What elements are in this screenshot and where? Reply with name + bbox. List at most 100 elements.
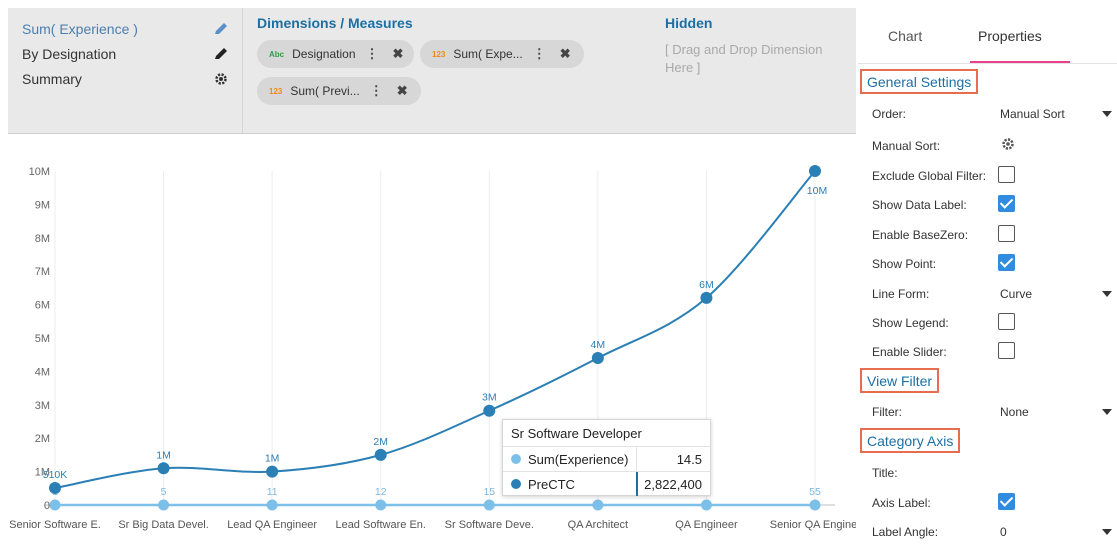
nav-item-by-designation[interactable]: By Designation [22, 45, 234, 70]
y-tick-label: 8M [35, 233, 50, 245]
order-value: Manual Sort [1000, 107, 1065, 121]
data-point-prectc [591, 352, 604, 365]
number-type-icon: 123 [432, 49, 446, 59]
data-point-experience [700, 499, 712, 511]
show-point-checkbox[interactable] [998, 254, 1015, 271]
show-point-row: Show Point: [872, 254, 1112, 274]
manual-sort-label: Manual Sort: [872, 139, 941, 153]
tooltip-row: PreCTC 2,822,400 [503, 471, 710, 496]
show-data-label-checkbox[interactable] [998, 195, 1015, 212]
more-vertical-icon[interactable]: ⋮ [370, 83, 383, 99]
data-label-prectc: 4M [591, 339, 606, 351]
x-tick-label: Senior QA Engine. [770, 519, 856, 531]
data-point-experience [158, 499, 170, 511]
divider [636, 447, 637, 471]
x-tick-label: QA Engineer [675, 519, 738, 531]
series-dot-icon [511, 454, 521, 464]
gear-icon[interactable] [1000, 136, 1016, 152]
data-point-prectc [700, 291, 713, 304]
order-label: Order: [872, 107, 907, 121]
x-tick-label: Senior Software E. [9, 519, 101, 531]
data-label-prectc: 6M [699, 279, 714, 291]
pencil-icon[interactable] [212, 45, 230, 63]
y-tick-label: 5M [35, 333, 50, 345]
text-type-icon: Abc [269, 49, 285, 59]
x-tick-label: Sr Software Deve. [445, 519, 534, 531]
axis-label-checkbox[interactable] [998, 493, 1015, 510]
line-chart: 0 1M 2M 3M 4M 5M 6M 7M 8M 9M 10M Senior Software E.… [8, 140, 856, 540]
nav-item-summary[interactable]: Summary [22, 70, 234, 95]
chart-config-bar: Sum( Experience ) By Designation Summary… [8, 8, 856, 134]
x-tick-label: Sr Big Data Devel. [118, 519, 208, 531]
line-form-select[interactable]: Curve [998, 284, 1116, 304]
hidden-title: Hidden [665, 15, 713, 31]
filter-select[interactable]: None [998, 402, 1116, 422]
enable-slider-label: Enable Slider: [872, 345, 947, 359]
tooltip-row-value: 14.5 [676, 452, 702, 467]
view-filter-header[interactable]: View Filter [860, 368, 940, 393]
tooltip-row-label: Sum(Experience) [528, 452, 629, 467]
line-form-label: Line Form: [872, 287, 930, 301]
label-angle-select[interactable]: 0 [998, 522, 1116, 542]
chart-nav-list: Sum( Experience ) By Designation Summary [22, 20, 234, 95]
pencil-icon[interactable] [212, 20, 230, 38]
gear-icon[interactable] [212, 70, 230, 88]
hidden-drop-zone[interactable]: [ Drag and Drop Dimension Here ] [665, 41, 845, 77]
enable-basezero-checkbox[interactable] [998, 225, 1015, 242]
x-tick-label: Lead Software En. [335, 519, 426, 531]
order-select[interactable]: Manual Sort [998, 104, 1116, 124]
chip-sum-experience[interactable]: 123 Sum( Expe... ⋮ ✖ [420, 40, 584, 68]
data-point-experience [483, 499, 495, 511]
category-axis-header[interactable]: Category Axis [860, 428, 961, 453]
data-point-experience [266, 499, 278, 511]
caret-down-icon [1102, 409, 1112, 415]
y-tick-label: 9M [35, 199, 50, 211]
enable-slider-row: Enable Slider: [872, 342, 1112, 362]
line-form-row: Line Form: Curve [872, 284, 1112, 304]
line-form-value: Curve [1000, 287, 1033, 301]
data-point-experience [49, 499, 61, 511]
show-data-label-label: Show Data Label: [872, 198, 967, 212]
data-point-experience [375, 499, 387, 511]
data-label-prectc: 2M [373, 436, 388, 448]
show-legend-row: Show Legend: [872, 313, 1112, 333]
more-vertical-icon[interactable]: ⋮ [366, 46, 379, 62]
label-angle-label: Label Angle: [872, 525, 939, 539]
nav-item-label: Summary [22, 71, 82, 87]
show-point-label: Show Point: [872, 257, 937, 271]
data-label-experience: 15 [483, 486, 495, 498]
show-legend-label: Show Legend: [872, 316, 949, 330]
divider [242, 8, 243, 134]
more-vertical-icon[interactable]: ⋮ [533, 46, 546, 62]
data-point-prectc [157, 462, 170, 475]
dimensions-measures-title: Dimensions / Measures [257, 15, 413, 31]
tab-properties[interactable]: Properties [978, 28, 1042, 44]
close-icon[interactable]: ✖ [560, 46, 571, 62]
caret-down-icon [1102, 111, 1112, 117]
nav-item-label: Sum( Experience ) [22, 21, 138, 37]
data-label-prectc: 10M [807, 185, 827, 197]
chip-sum-previous[interactable]: 123 Sum( Previ... ⋮ ✖ [257, 77, 421, 105]
exclude-global-filter-checkbox[interactable] [998, 166, 1015, 183]
filter-label: Filter: [872, 405, 902, 419]
divider [636, 472, 638, 496]
filter-row: Filter: None [872, 402, 1112, 422]
nav-item-label: By Designation [22, 46, 117, 62]
data-point-experience [809, 499, 821, 511]
chip-designation[interactable]: Abc Designation ⋮ ✖ [257, 40, 414, 68]
general-settings-header[interactable]: General Settings [860, 69, 979, 94]
x-tick-label: Lead QA Engineer [227, 519, 317, 531]
close-icon[interactable]: ✖ [397, 83, 408, 99]
chart-tooltip: Sr Software Developer Sum(Experience) 14… [502, 419, 711, 496]
data-label-experience: 55 [809, 486, 821, 498]
tooltip-title: Sr Software Developer [511, 426, 642, 441]
exclude-global-filter-label: Exclude Global Filter: [872, 169, 987, 183]
show-legend-checkbox[interactable] [998, 313, 1015, 330]
close-icon[interactable]: ✖ [393, 46, 404, 62]
tab-chart[interactable]: Chart [888, 28, 922, 44]
enable-slider-checkbox[interactable] [998, 342, 1015, 359]
nav-item-sum-experience[interactable]: Sum( Experience ) [22, 20, 234, 45]
axis-label-label: Axis Label: [872, 496, 931, 510]
data-label-experience: 12 [375, 486, 387, 498]
axis-title-row: Title: [872, 463, 1112, 483]
